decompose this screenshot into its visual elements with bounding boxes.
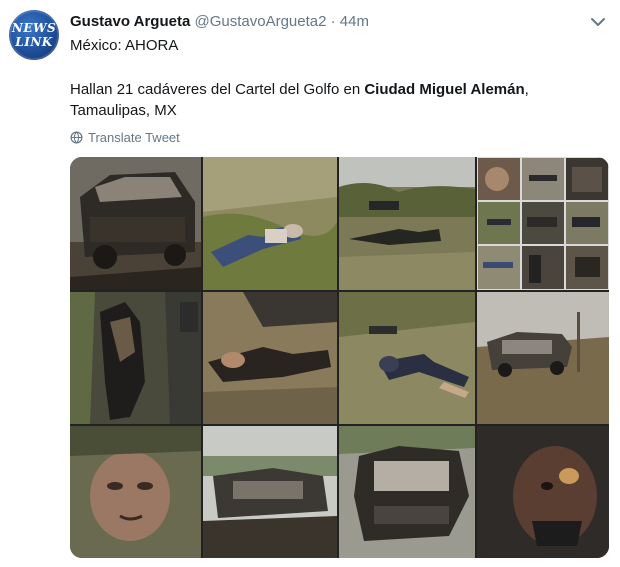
photo-9[interactable] xyxy=(203,426,337,558)
photo-8[interactable] xyxy=(70,426,201,558)
tweet-body: Hallan 21 cadáveres del Cartel del Golfo… xyxy=(70,79,610,121)
translate-tweet-link[interactable]: Translate Tweet xyxy=(70,130,180,145)
media-grid xyxy=(70,157,609,558)
avatar[interactable]: NEWS LINK xyxy=(9,10,59,60)
photo-10[interactable] xyxy=(339,426,475,558)
translate-label: Translate Tweet xyxy=(88,130,180,145)
photo-4[interactable] xyxy=(70,292,201,424)
tweet-body-part1: Hallan 21 cadáveres del Cartel del Golfo… xyxy=(70,81,365,98)
chevron-down-icon[interactable] xyxy=(589,15,607,29)
avatar-text-line2: LINK xyxy=(15,35,53,49)
separator-dot: · xyxy=(330,13,336,30)
tweet-header: Gustavo Argueta @GustavoArgueta2 · 44m xyxy=(70,13,369,30)
tweet-timestamp[interactable]: 44m xyxy=(340,13,369,30)
author-name[interactable]: Gustavo Argueta xyxy=(70,13,190,30)
photo-1[interactable] xyxy=(70,157,201,290)
photo-2[interactable] xyxy=(203,157,337,290)
photo-7[interactable] xyxy=(477,292,609,424)
photo-5[interactable] xyxy=(203,292,337,424)
globe-icon xyxy=(70,131,83,144)
photo-11[interactable] xyxy=(477,426,609,558)
photo-collage-1[interactable] xyxy=(477,157,609,290)
avatar-text-line1: NEWS xyxy=(11,21,57,35)
photo-3[interactable] xyxy=(339,157,475,290)
photo-6[interactable] xyxy=(339,292,475,424)
tweet-body-bold: Ciudad Miguel Alemán xyxy=(364,81,525,98)
tweet-line1: México: AHORA xyxy=(70,37,179,54)
author-handle[interactable]: @GustavoArgueta2 xyxy=(194,13,326,30)
